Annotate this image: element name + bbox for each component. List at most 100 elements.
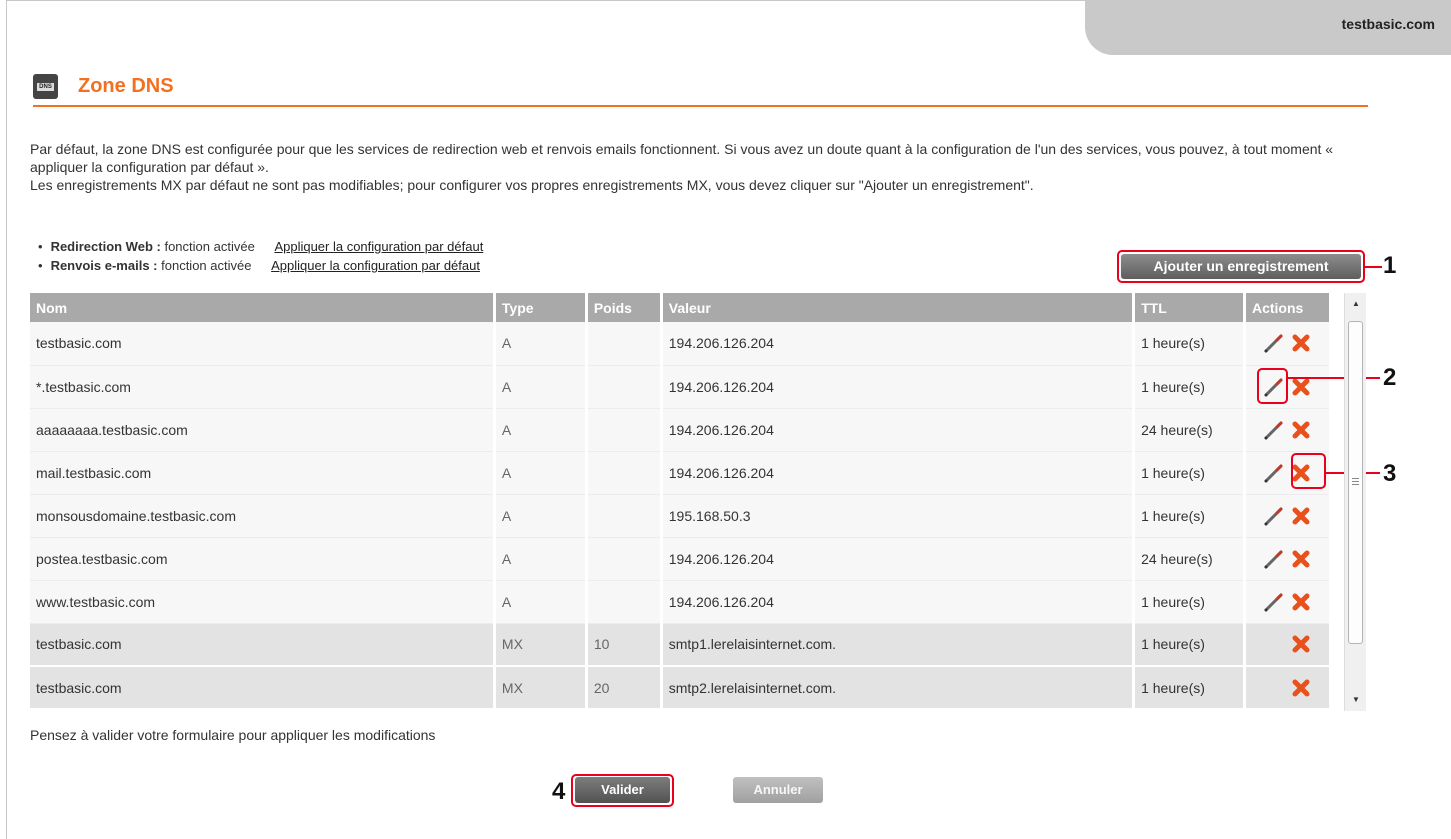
services-list: • Redirection Web : fonction activée Appl… — [38, 237, 483, 275]
delete-x-icon[interactable] — [1290, 419, 1312, 441]
scroll-thumb[interactable] — [1348, 321, 1363, 644]
cell-weight — [586, 451, 663, 495]
service-renvois-emails: • Renvois e-mails : fonction activée Appl… — [38, 256, 483, 275]
col-header-weight: Poids — [586, 293, 663, 322]
service-redirection-web: • Redirection Web : fonction activée Appl… — [38, 237, 483, 256]
cell-value: smtp2.lerelaisinternet.com. — [661, 666, 1136, 710]
cell-ttl: 24 heure(s) — [1133, 537, 1246, 581]
service-name: Redirection Web : — [50, 239, 161, 254]
table-scrollbar[interactable]: ▲ ▼ — [1344, 293, 1366, 711]
cell-weight: 10 — [586, 623, 663, 667]
scroll-up-arrow-icon[interactable]: ▲ — [1345, 293, 1367, 315]
cell-type: A — [494, 322, 588, 366]
cell-value: 194.206.126.204 — [661, 451, 1136, 495]
table-row: testbasic.com MX 10 smtp1.lerelaisinternet.… — [30, 623, 1333, 667]
callout-number-1: 1 — [1383, 252, 1397, 279]
pencil-icon[interactable] — [1262, 419, 1284, 441]
cell-ttl: 1 heure(s) — [1133, 623, 1246, 667]
cell-name: mail.testbasic.com — [30, 451, 496, 495]
cell-name: testbasic.com — [30, 623, 496, 667]
grip-icon — [1352, 478, 1359, 479]
cell-name: *.testbasic.com — [30, 365, 496, 409]
pencil-icon[interactable] — [1262, 462, 1284, 484]
col-header-type: Type — [494, 293, 588, 322]
cell-actions — [1244, 666, 1333, 710]
cell-name: testbasic.com — [30, 322, 496, 366]
cell-type: MX — [494, 623, 588, 667]
cell-actions — [1244, 494, 1333, 538]
apply-default-link-web[interactable]: Appliquer la configuration par défaut — [274, 239, 483, 254]
cell-weight — [586, 537, 663, 581]
delete-x-icon[interactable] — [1290, 677, 1312, 699]
callout-number-2: 2 — [1383, 364, 1397, 391]
scroll-down-arrow-icon[interactable]: ▼ — [1345, 689, 1367, 711]
service-status: fonction activée — [161, 258, 252, 273]
domain-tab: testbasic.com — [1085, 0, 1451, 55]
pencil-icon[interactable] — [1262, 505, 1284, 527]
page-title: Zone DNS — [78, 75, 174, 97]
apply-default-link-emails[interactable]: Appliquer la configuration par défaut — [271, 258, 480, 273]
dns-icon: DNS — [33, 74, 58, 99]
pencil-icon[interactable] — [1262, 591, 1284, 613]
cell-actions — [1244, 623, 1333, 667]
empty-action-slot — [1262, 633, 1284, 655]
callout-number-3: 3 — [1383, 460, 1397, 487]
col-header-ttl: TTL — [1133, 293, 1246, 322]
cell-type: A — [494, 580, 588, 624]
intro-paragraph-1: Par défaut, la zone DNS est configurée p… — [30, 141, 1334, 175]
cell-value: 195.168.50.3 — [661, 494, 1136, 538]
delete-x-icon[interactable] — [1290, 505, 1312, 527]
cell-actions — [1244, 322, 1333, 366]
cell-type: A — [494, 494, 588, 538]
table-header-row: Nom Type Poids Valeur TTL Actions — [30, 293, 1333, 322]
table-row: *.testbasic.com A 194.206.126.204 1 heure(s… — [30, 365, 1333, 409]
service-name: Renvois e-mails : — [50, 258, 158, 273]
empty-action-slot — [1262, 677, 1284, 699]
callout-box-2 — [1257, 368, 1288, 404]
bullet: • — [38, 239, 43, 254]
cell-ttl: 1 heure(s) — [1133, 580, 1246, 624]
table-row: testbasic.com A 194.206.126.204 1 heure(s) — [30, 322, 1333, 366]
callout-number-4: 4 — [552, 778, 566, 805]
cell-weight — [586, 494, 663, 538]
validate-button[interactable]: Valider — [575, 777, 670, 803]
cell-ttl: 1 heure(s) — [1133, 666, 1246, 710]
cell-weight — [586, 365, 663, 409]
table-row: monsousdomaine.testbasic.com A 195.168.50.… — [30, 494, 1333, 538]
dns-records-table: Nom Type Poids Valeur TTL Actions testba… — [30, 293, 1333, 710]
bullet: • — [38, 258, 43, 273]
cell-actions — [1244, 580, 1333, 624]
cell-type: A — [494, 537, 588, 581]
cell-name: aaaaaaaa.testbasic.com — [30, 408, 496, 452]
callout-line-1 — [1365, 266, 1382, 268]
cell-name: testbasic.com — [30, 666, 496, 710]
callout-box-1 — [1117, 250, 1365, 283]
cell-type: MX — [494, 666, 588, 710]
cell-value: 194.206.126.204 — [661, 322, 1136, 366]
pencil-icon[interactable] — [1262, 332, 1284, 354]
table-row: testbasic.com MX 20 smtp2.lerelaisinternet.… — [30, 666, 1333, 710]
table-body: testbasic.com A 194.206.126.204 1 heure(s) *… — [30, 322, 1333, 710]
cell-weight: 20 — [586, 666, 663, 710]
table-row: mail.testbasic.com A 194.206.126.204 1 heur… — [30, 451, 1333, 495]
cell-type: A — [494, 408, 588, 452]
cell-actions — [1244, 408, 1333, 452]
cancel-button[interactable]: Annuler — [733, 777, 823, 803]
cell-weight — [586, 408, 663, 452]
title-row: DNS Zone DNS — [33, 74, 1368, 107]
cell-value: 194.206.126.204 — [661, 580, 1136, 624]
delete-x-icon[interactable] — [1290, 633, 1312, 655]
cell-actions — [1244, 537, 1333, 581]
cell-ttl: 1 heure(s) — [1133, 322, 1246, 366]
delete-x-icon[interactable] — [1290, 591, 1312, 613]
cell-ttl: 1 heure(s) — [1133, 494, 1246, 538]
intro-paragraph-2: Les enregistrements MX par défaut ne son… — [30, 177, 1034, 193]
delete-x-icon[interactable] — [1290, 332, 1312, 354]
table-row: aaaaaaaa.testbasic.com A 194.206.126.204 24… — [30, 408, 1333, 452]
col-header-name: Nom — [30, 293, 496, 322]
cell-type: A — [494, 365, 588, 409]
table-row: postea.testbasic.com A 194.206.126.204 24 h… — [30, 537, 1333, 581]
delete-x-icon[interactable] — [1290, 548, 1312, 570]
pencil-icon[interactable] — [1262, 548, 1284, 570]
service-status: fonction activée — [164, 239, 255, 254]
